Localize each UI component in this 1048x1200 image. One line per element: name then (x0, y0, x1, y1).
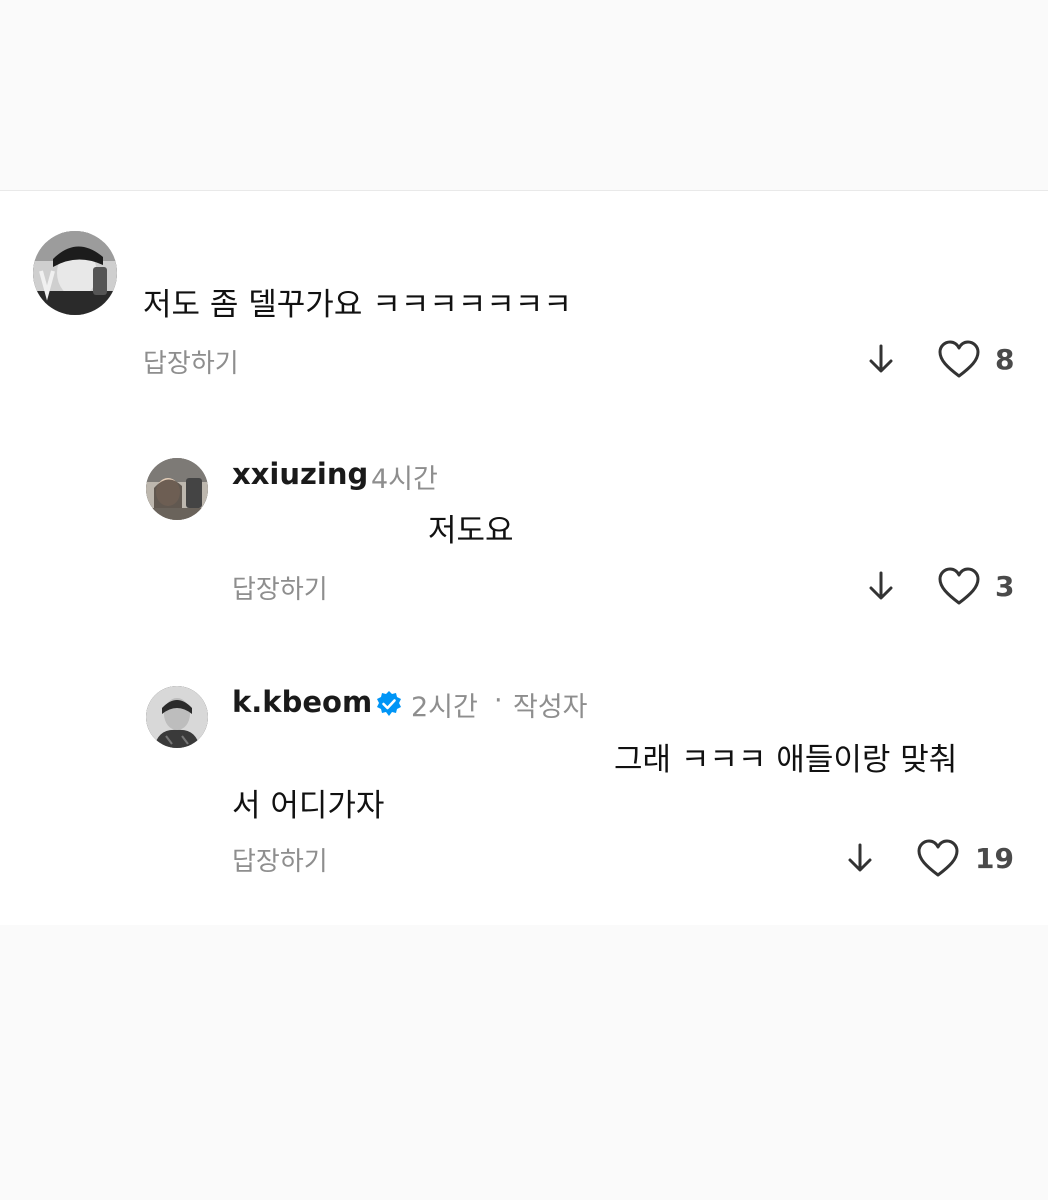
reply-button[interactable]: 답장하기 (143, 343, 239, 380)
comment-time: 4시간 (371, 464, 438, 495)
reply-button[interactable]: 답장하기 (232, 841, 328, 878)
heart-icon[interactable] (916, 838, 960, 882)
meta-separator: · (494, 685, 503, 716)
username[interactable]: k.kbeom (232, 685, 372, 719)
avatar[interactable] (33, 231, 117, 315)
bottom-area (0, 925, 1048, 1200)
avatar[interactable] (146, 458, 208, 520)
arrow-down-icon[interactable] (866, 342, 896, 380)
heart-icon[interactable] (937, 339, 981, 383)
arrow-down-icon[interactable] (866, 569, 896, 607)
like-count: 8 (995, 343, 1015, 376)
author-tag: 작성자 (513, 692, 588, 723)
comment-text-continued: 서 어디가자 (232, 788, 385, 824)
avatar-photo (33, 231, 117, 315)
comment-text: 그래 ㅋㅋㅋ 애들이랑 맞춰 (614, 742, 958, 778)
page: 저도 좀 델꾸가요 ㅋㅋㅋㅋㅋㅋㅋ 답장하기 8 xxiuzing 4시간 저도… (0, 0, 1048, 1200)
heart-icon[interactable] (937, 566, 981, 610)
comment-time: 2시간 (411, 692, 478, 723)
like-count: 3 (995, 570, 1015, 603)
arrow-down-icon[interactable] (845, 841, 875, 879)
username[interactable]: xxiuzing (232, 457, 368, 491)
comment-text: 저도요 (428, 513, 514, 549)
avatar[interactable] (146, 686, 208, 748)
top-area (0, 0, 1048, 190)
avatar-photo (146, 458, 208, 520)
like-count: 19 (975, 842, 1014, 875)
avatar-photo (146, 686, 208, 748)
comment-text: 저도 좀 델꾸가요 ㅋㅋㅋㅋㅋㅋㅋ (143, 287, 572, 323)
comments-panel: 저도 좀 델꾸가요 ㅋㅋㅋㅋㅋㅋㅋ 답장하기 8 xxiuzing 4시간 저도… (0, 190, 1048, 926)
reply-button[interactable]: 답장하기 (232, 569, 328, 606)
verified-badge-icon (374, 689, 404, 723)
